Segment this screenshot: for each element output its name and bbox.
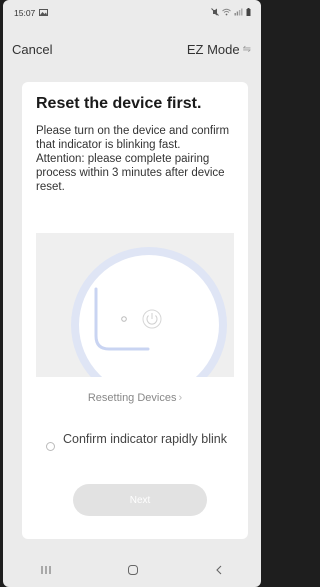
ez-mode-switch[interactable]: EZ Mode ⇋ — [187, 42, 251, 57]
next-button[interactable]: Next — [73, 484, 207, 516]
status-bar: 15:07 — [3, 0, 261, 26]
instructions-line-1: Please turn on the device and confirm th… — [36, 125, 230, 151]
chevron-right-icon: › — [178, 392, 183, 404]
recent-apps-icon — [41, 566, 51, 574]
home-button[interactable] — [127, 564, 139, 579]
confirm-indicator-option[interactable]: Confirm indicator rapidly blink — [46, 432, 236, 451]
back-icon — [215, 565, 222, 574]
cancel-button[interactable]: Cancel — [12, 42, 52, 57]
resetting-devices-link[interactable]: Resetting Devices › — [22, 392, 248, 404]
wifi-icon — [222, 8, 231, 18]
confirm-indicator-label: Confirm indicator rapidly blink — [63, 432, 227, 446]
back-button[interactable] — [214, 564, 224, 579]
mute-icon — [211, 8, 219, 18]
resetting-devices-label: Resetting Devices — [87, 392, 177, 404]
device-illustration — [36, 233, 234, 377]
system-nav-bar — [3, 555, 261, 587]
image-icon — [39, 8, 49, 18]
recent-apps-button[interactable] — [40, 564, 52, 578]
app-screen: 15:07 Cancel EZ Mode ⇋ Reset the device … — [3, 0, 261, 587]
confirm-radio[interactable] — [46, 442, 55, 451]
switch-arrows-icon: ⇋ — [242, 43, 251, 55]
page-title: Reset the device first. — [36, 95, 202, 112]
instructions-text: Please turn on the device and confirm th… — [36, 124, 240, 194]
instructions-line-2: Attention: please complete pairing proce… — [36, 153, 225, 193]
reset-instructions-card: Reset the device first. Please turn on t… — [22, 82, 248, 539]
mode-label: EZ Mode — [186, 41, 240, 57]
battery-icon — [246, 8, 251, 18]
device-drawing — [71, 247, 227, 377]
top-nav: Cancel EZ Mode ⇋ — [3, 38, 261, 60]
home-icon — [127, 564, 138, 575]
signal-icon — [234, 8, 243, 18]
status-time: 15:07 — [14, 8, 36, 18]
